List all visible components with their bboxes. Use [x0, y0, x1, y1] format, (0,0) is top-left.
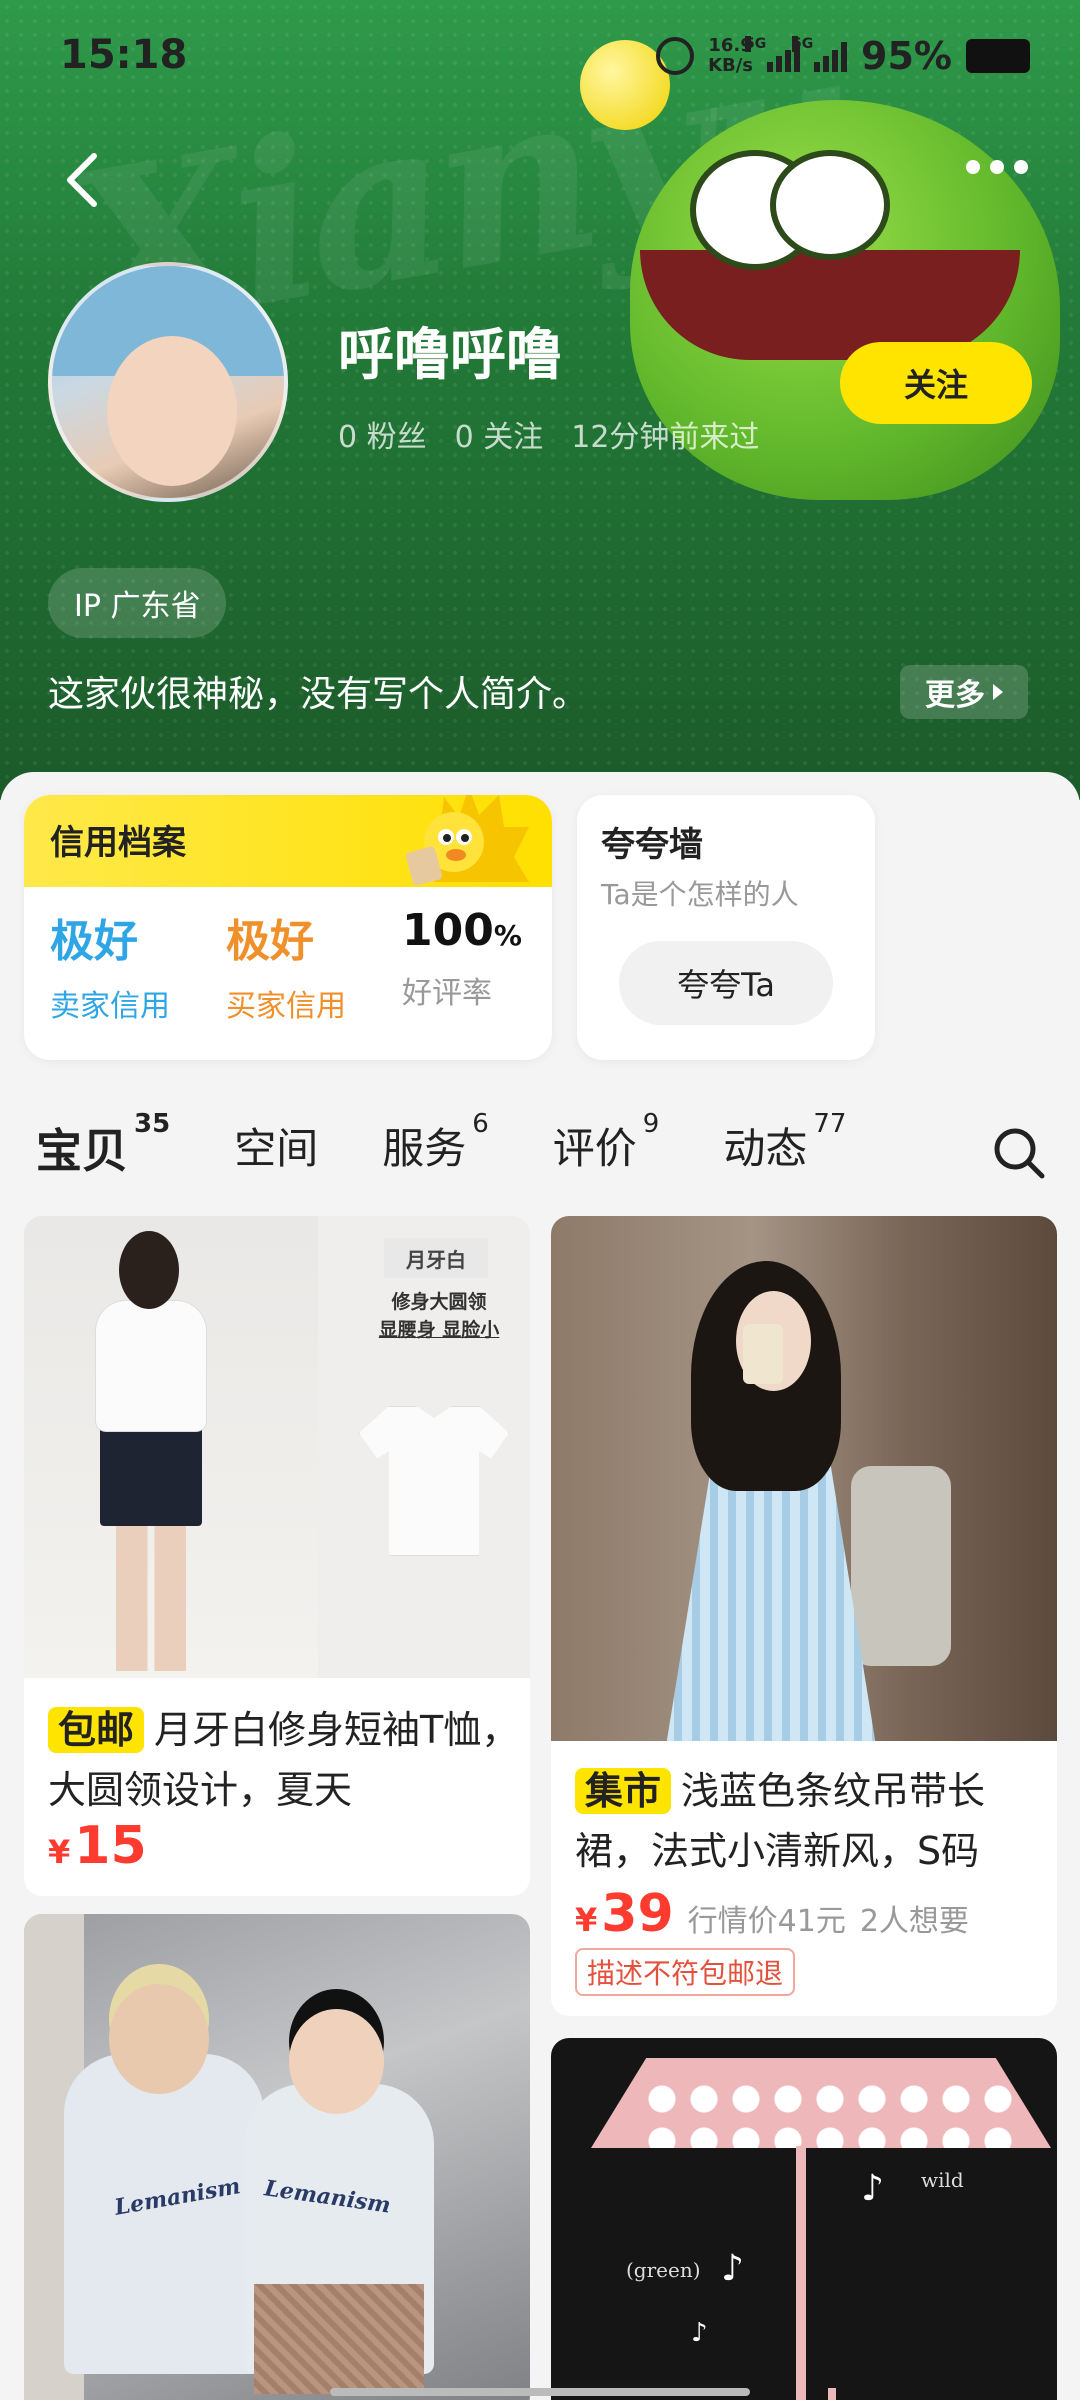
- image-caption: 修身大圆领 显腰身 显脸小: [378, 1291, 500, 1341]
- signal-type-2: 5G: [792, 36, 814, 52]
- product-price: ¥15: [48, 1816, 147, 1876]
- search-icon[interactable]: [992, 1126, 1046, 1180]
- profile-header: Xianyu 15:18 16.9 KB/s 5G 5G 95% 呼噜呼噜 0 …: [0, 0, 1080, 800]
- refund-badge: 描述不符包邮退: [575, 1948, 796, 1996]
- profile-tabs: 宝贝 35 空间 服务 6 评价 9 动态 77: [36, 1109, 910, 1179]
- tab-feed[interactable]: 动态 77: [723, 1109, 846, 1179]
- product-price: ¥39 行情价41元 2人想要: [575, 1884, 969, 1944]
- profile-stats: 0 粉丝 0 关注 12分钟前来过: [338, 412, 759, 456]
- follow-button[interactable]: 关注: [840, 342, 1032, 424]
- free-shipping-tag: 包邮: [48, 1707, 145, 1753]
- tab-space[interactable]: 空间: [234, 1115, 318, 1179]
- last-seen: 12分钟前来过: [571, 420, 760, 455]
- product-title: 集市 浅蓝色条纹吊带长裙，法式小清新风，S码: [575, 1761, 1045, 1881]
- product-card[interactable]: 集市 浅蓝色条纹吊带长裙，法式小清新风，S码 ¥39 行情价41元 2人想要 描述…: [551, 1216, 1057, 2016]
- seller-credit: 极好 卖家信用: [24, 905, 200, 1025]
- tab-reviews-label: 评价: [552, 1124, 637, 1173]
- tshirt-illustration: [359, 1406, 509, 1556]
- net-speed-unit: KB/s: [708, 55, 754, 76]
- scribble-text: (green): [626, 2258, 701, 2282]
- positive-rate-unit: %: [493, 919, 522, 952]
- credit-mascot-icon: [406, 795, 529, 886]
- scribble-text: wild: [921, 2168, 964, 2192]
- tab-reviews-count: 9: [642, 1109, 660, 1139]
- ip-location-tag: IP 广东省: [48, 568, 227, 638]
- battery-icon: [966, 39, 1030, 73]
- music-note-icon: ♪: [721, 2248, 744, 2289]
- more-bio-label: 更多: [925, 678, 985, 713]
- praise-wall-card[interactable]: 夸夸墙 Ta是个怎样的人 夸夸Ta: [577, 795, 875, 1060]
- praise-title: 夸夸墙: [601, 825, 703, 865]
- username: 呼噜呼噜: [338, 323, 562, 388]
- tab-feed-label: 动态: [723, 1124, 808, 1173]
- positive-rate: 100% 好评率: [376, 905, 552, 1025]
- alarm-icon: [656, 37, 695, 75]
- tab-items-count: 35: [134, 1109, 171, 1139]
- more-bio-button[interactable]: 更多: [900, 665, 1028, 719]
- credit-title: 信用档案: [50, 823, 186, 863]
- praise-subtitle: Ta是个怎样的人: [601, 878, 799, 911]
- product-card[interactable]: 月牙白 修身大圆领 显腰身 显脸小 包邮 月牙白修身短袖T恤，大圆领设计，夏天 ¥…: [24, 1216, 530, 1896]
- seller-credit-label: 卖家信用: [50, 989, 170, 1024]
- buyer-credit-value: 极好: [226, 916, 314, 967]
- fans-count[interactable]: 0 粉丝: [338, 412, 427, 456]
- following-count[interactable]: 0 关注: [455, 412, 544, 456]
- credit-stats: 极好 卖家信用 极好 买家信用 100% 好评率: [24, 905, 552, 1025]
- product-title: 包邮 月牙白修身短袖T恤，大圆领设计，夏天: [48, 1700, 528, 1820]
- status-time: 15:18: [60, 32, 188, 78]
- mascot-eye-right: [770, 150, 890, 260]
- tab-reviews[interactable]: 评价 9: [552, 1109, 660, 1179]
- status-icons: 16.9 KB/s 5G 5G 95%: [656, 34, 1030, 78]
- music-note-icon: ♪: [861, 2168, 884, 2209]
- tab-services-count: 6: [472, 1109, 489, 1139]
- product-image: [551, 1216, 1057, 1741]
- tab-services[interactable]: 服务 6: [382, 1109, 489, 1179]
- positive-rate-label: 好评率: [402, 976, 492, 1011]
- price-amount: 39: [601, 1884, 674, 1944]
- battery-percent: 95%: [861, 34, 952, 78]
- tab-feed-count: 77: [813, 1109, 847, 1139]
- wants-count: 2人想要: [859, 1904, 969, 1939]
- buyer-credit-label: 买家信用: [226, 989, 346, 1024]
- tab-services-label: 服务: [382, 1124, 467, 1173]
- seller-credit-value: 极好: [50, 916, 138, 967]
- product-card[interactable]: ♪ ♪ ♪ wild (green): [551, 2038, 1057, 2400]
- more-options-icon[interactable]: [966, 160, 1028, 174]
- tab-items[interactable]: 宝贝 35: [36, 1109, 170, 1179]
- price-amount: 15: [74, 1816, 147, 1876]
- back-icon[interactable]: [58, 150, 108, 210]
- tab-space-label: 空间: [234, 1124, 319, 1173]
- positive-rate-value: 100: [402, 905, 494, 956]
- home-indicator[interactable]: [330, 2388, 750, 2396]
- product-image: Lemanism Lemanism: [24, 1914, 530, 2400]
- avatar[interactable]: [48, 262, 288, 502]
- tab-items-label: 宝贝: [36, 1124, 128, 1178]
- praise-button[interactable]: 夸夸Ta: [619, 941, 833, 1025]
- music-note-icon: ♪: [691, 2318, 708, 2348]
- credit-profile-card[interactable]: 信用档案 极好 卖家信用 极好 买家信用 100% 好评率: [24, 795, 552, 1060]
- signal-icon-2: 5G: [792, 36, 848, 72]
- bio-text: 这家伙很神秘，没有写个人简介。: [48, 674, 589, 715]
- buyer-credit: 极好 买家信用: [200, 905, 376, 1025]
- product-card[interactable]: Lemanism Lemanism: [24, 1914, 530, 2400]
- product-image: 月牙白 修身大圆领 显腰身 显脸小: [24, 1216, 530, 1678]
- market-tag: 集市: [575, 1768, 672, 1814]
- signal-type-1: 5G: [745, 36, 767, 52]
- market-price: 行情价41元: [687, 1904, 846, 1939]
- status-bar: 15:18 16.9 KB/s 5G 5G 95%: [0, 0, 1080, 110]
- product-image: ♪ ♪ ♪ wild (green): [551, 2038, 1057, 2400]
- image-tag: 月牙白: [384, 1238, 488, 1278]
- caret-right-icon: [993, 684, 1003, 700]
